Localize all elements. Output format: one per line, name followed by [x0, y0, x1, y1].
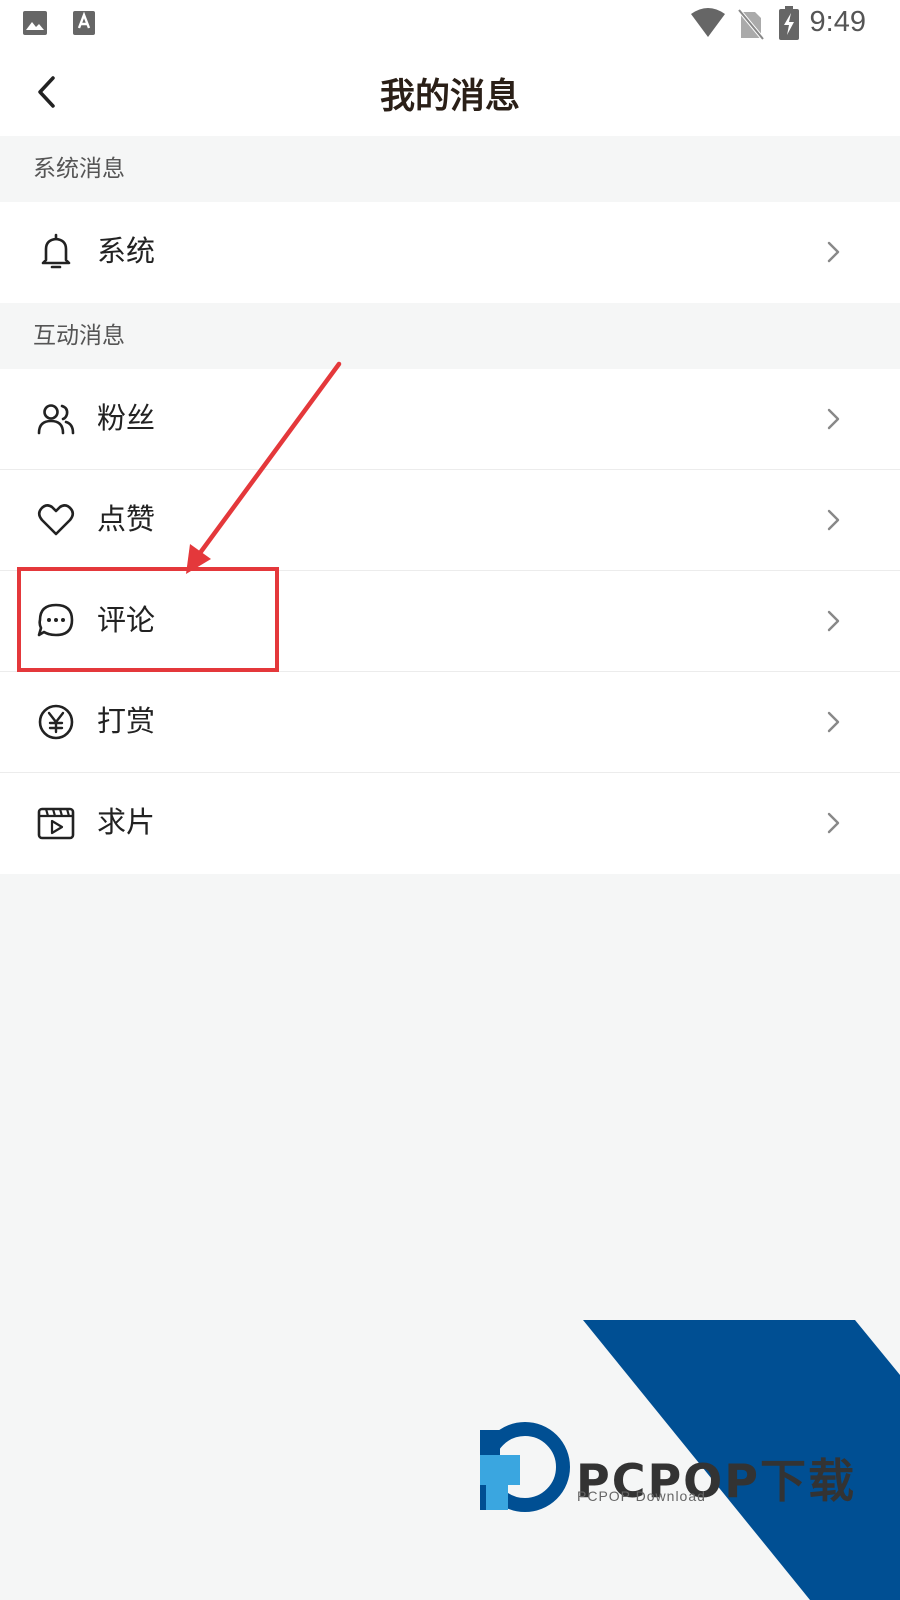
chevron-right-icon	[827, 408, 840, 430]
battery-charging-icon	[779, 6, 799, 40]
list-item-tips[interactable]: 打赏	[0, 672, 900, 773]
nav-bar: 我的消息	[0, 50, 900, 136]
text-a-icon	[73, 11, 95, 35]
heart-icon	[37, 504, 75, 536]
chevron-right-icon	[827, 610, 840, 632]
watermark-subtitle: PCPOP Download	[577, 1488, 706, 1504]
no-sim-icon	[738, 8, 764, 40]
video-icon	[37, 807, 75, 840]
wifi-icon	[691, 8, 725, 37]
status-time: 9:49	[809, 6, 866, 38]
chevron-right-icon	[827, 812, 840, 834]
image-icon	[23, 11, 47, 35]
section-header-system: 系统消息	[0, 136, 900, 202]
list-item-label: 点赞	[97, 502, 156, 536]
list-item-requests[interactable]: 求片	[0, 773, 900, 874]
list-item-label: 求片	[97, 805, 156, 839]
users-icon	[37, 404, 75, 435]
page-title: 我的消息	[379, 77, 520, 117]
chevron-right-icon	[827, 509, 840, 531]
list-item-fans[interactable]: 粉丝	[0, 369, 900, 470]
yen-icon	[38, 704, 74, 740]
bell-icon	[41, 233, 71, 269]
status-bar: 9:49	[0, 0, 900, 50]
section-header-interaction: 互动消息	[0, 303, 900, 369]
list-item-system[interactable]: 系统	[0, 202, 900, 303]
chevron-right-icon	[827, 241, 840, 263]
list-item-likes[interactable]: 点赞	[0, 470, 900, 571]
list-item-label: 粉丝	[97, 401, 156, 435]
chevron-right-icon	[827, 711, 840, 733]
list-item-label: 系统	[97, 234, 156, 268]
list-item-label: 评论	[97, 603, 156, 637]
list-item-label: 打赏	[97, 704, 156, 738]
list-item-comments[interactable]: 评论	[0, 571, 900, 672]
comment-icon	[37, 603, 74, 637]
